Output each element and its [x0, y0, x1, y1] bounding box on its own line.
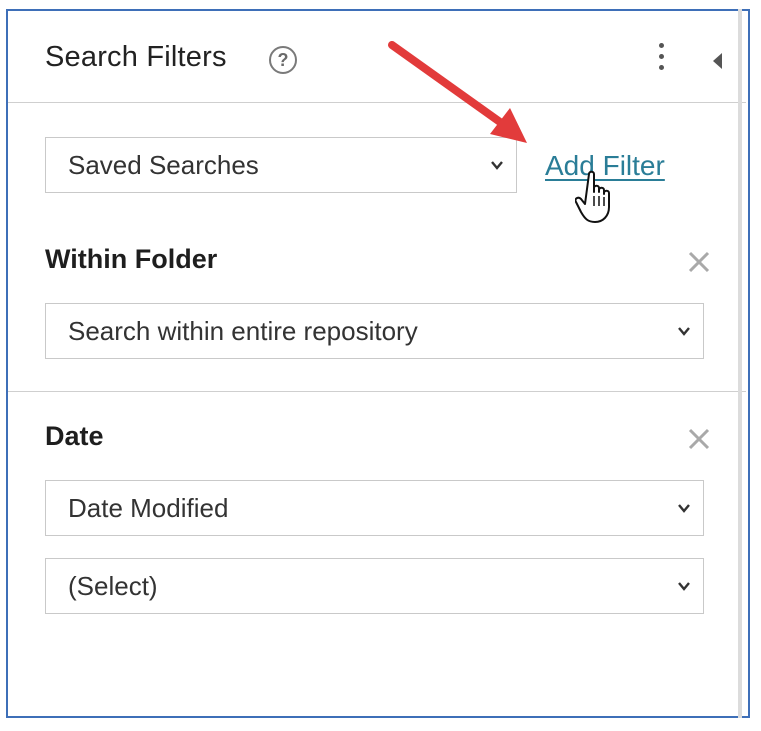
date-range-select[interactable]: (Select): [45, 558, 704, 614]
within-folder-value: Search within entire repository: [68, 316, 418, 346]
section-divider: [8, 391, 746, 392]
saved-searches-select[interactable]: Saved Searches: [45, 137, 517, 193]
search-filters-panel: Search Filters ? Saved Searches Add Filt…: [6, 9, 750, 718]
chevron-down-icon: [678, 582, 690, 591]
remove-date-icon[interactable]: [686, 426, 712, 452]
date-field-select[interactable]: Date Modified: [45, 480, 704, 536]
more-options-icon[interactable]: [654, 43, 668, 77]
date-range-value: (Select): [68, 571, 158, 601]
scrollbar[interactable]: [738, 9, 742, 718]
date-field-value: Date Modified: [68, 493, 229, 523]
within-folder-title: Within Folder: [45, 244, 218, 274]
chevron-down-icon: [491, 161, 503, 170]
collapse-panel-icon[interactable]: [713, 53, 722, 69]
saved-searches-value: Saved Searches: [68, 150, 259, 180]
panel-header: Search Filters ?: [8, 11, 746, 103]
panel-title: Search Filters: [45, 41, 227, 73]
date-title: Date: [45, 421, 104, 451]
hand-pointer-icon: [575, 170, 610, 223]
within-folder-select[interactable]: Search within entire repository: [45, 303, 704, 359]
remove-within-folder-icon[interactable]: [686, 249, 712, 275]
chevron-down-icon: [678, 504, 690, 513]
help-icon[interactable]: ?: [269, 46, 297, 74]
chevron-down-icon: [678, 327, 690, 336]
